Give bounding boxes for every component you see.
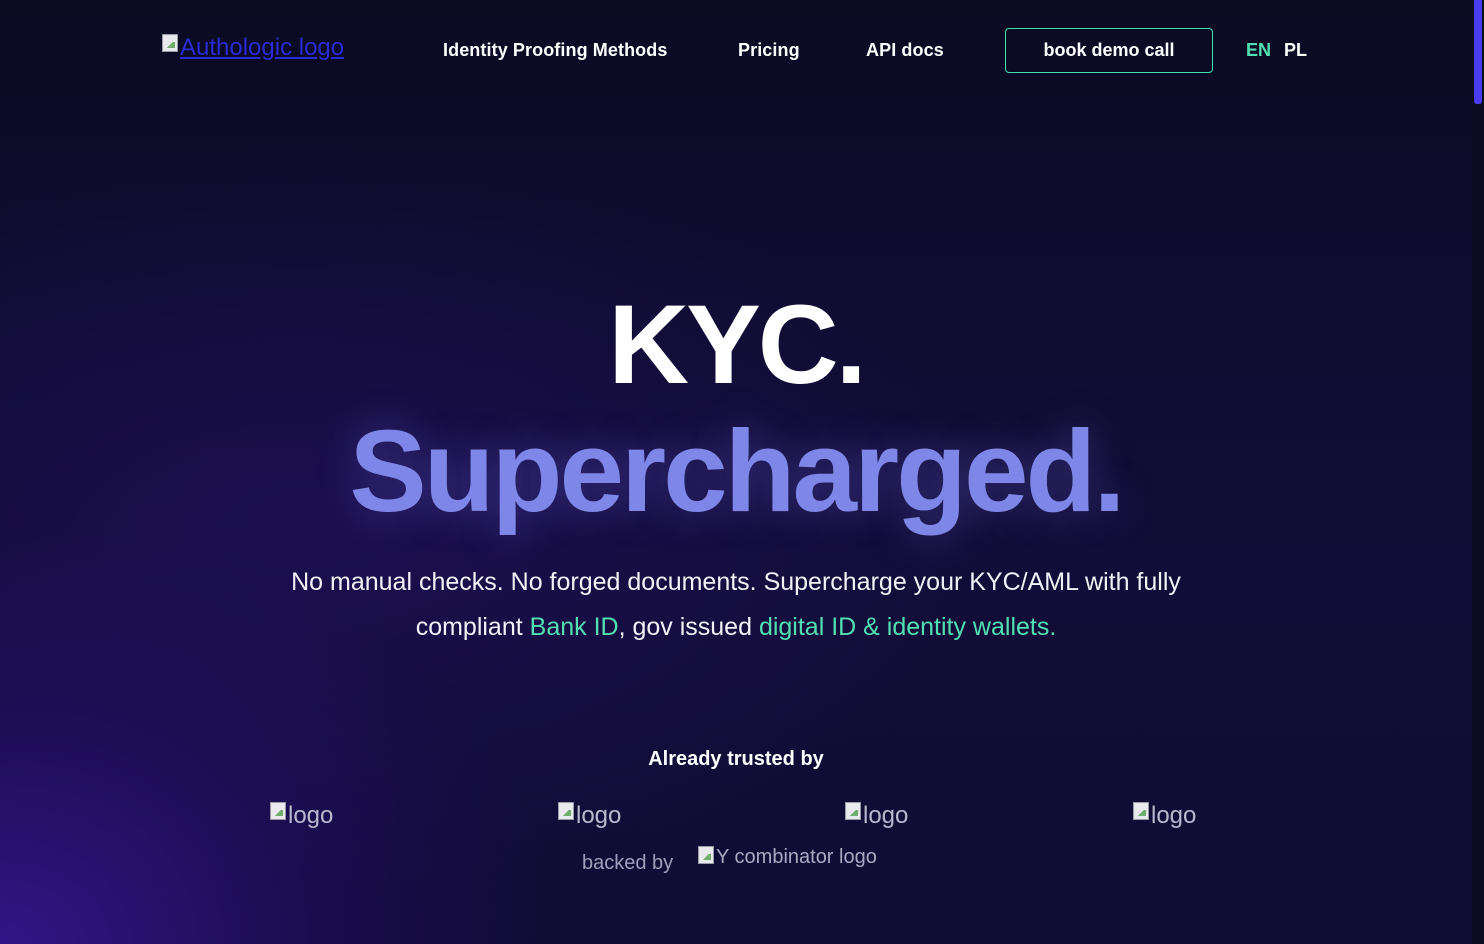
language-pl[interactable]: PL: [1284, 40, 1307, 61]
client-logo-3: logo: [845, 802, 908, 830]
broken-image-icon: [845, 802, 861, 820]
trusted-heading: Already trusted by: [648, 748, 824, 770]
language-en[interactable]: EN: [1246, 40, 1271, 61]
client-logo-2: logo: [558, 802, 621, 830]
nav-api-docs[interactable]: API docs: [866, 40, 944, 61]
logo-alt-text: Authologic logo: [180, 34, 345, 61]
digital-id-link[interactable]: digital ID & identity wallets.: [759, 613, 1056, 641]
broken-image-icon: [162, 34, 178, 52]
client-logo-alt: logo: [863, 802, 909, 829]
client-logo-4: logo: [1133, 802, 1196, 830]
nav-pricing[interactable]: Pricing: [738, 40, 800, 61]
page-scrollbar[interactable]: [1472, 0, 1484, 944]
nav-identity-proofing-methods[interactable]: Identity Proofing Methods: [443, 40, 668, 61]
client-logo-alt: logo: [576, 802, 622, 829]
book-demo-call-button[interactable]: book demo call: [1005, 28, 1213, 73]
hero-subtitle-text-2: , gov issued: [618, 613, 759, 641]
y-combinator-logo-alt: Y combinator logo: [716, 846, 877, 868]
broken-image-icon: [270, 802, 286, 820]
scrollbar-thumb[interactable]: [1474, 0, 1482, 104]
hero-title-supercharged: Supercharged.: [349, 406, 1125, 536]
client-logo-alt: logo: [1151, 802, 1197, 829]
hero-subtitle: No manual checks. No forged documents. S…: [286, 560, 1186, 650]
broken-image-icon: [1133, 802, 1149, 820]
authologic-logo-link[interactable]: Authologic logo: [162, 34, 344, 62]
backed-by-label: backed by: [582, 852, 674, 874]
broken-image-icon: [698, 846, 714, 864]
site-header: Authologic logo Identity Proofing Method…: [0, 0, 1472, 100]
bank-id-link[interactable]: Bank ID: [530, 613, 619, 641]
client-logo-1: logo: [270, 802, 333, 830]
y-combinator-logo: Y combinator logo: [698, 846, 877, 869]
broken-image-icon: [558, 802, 574, 820]
client-logo-alt: logo: [288, 802, 334, 829]
hero-title-kyc: KYC.: [608, 282, 867, 407]
